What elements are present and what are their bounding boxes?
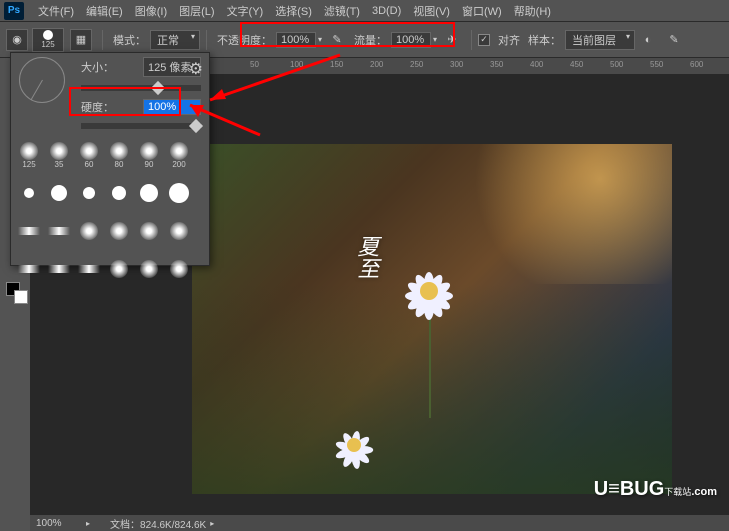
align-checkbox[interactable]: ✓ [478, 34, 490, 46]
gear-icon[interactable]: ⚙ [189, 59, 203, 79]
menu-view[interactable]: 视图(V) [407, 3, 456, 19]
menu-window[interactable]: 窗口(W) [456, 3, 508, 19]
canvas-image[interactable]: 夏至 [192, 144, 672, 494]
brush-preset[interactable]: 80 [105, 137, 133, 173]
brush-preset[interactable] [135, 213, 163, 249]
brush-presets-grid: 125 35 60 80 90 200 [11, 133, 209, 291]
brush-preset[interactable] [105, 175, 133, 211]
flower-graphic [394, 256, 464, 326]
brush-preset[interactable] [75, 175, 103, 211]
brush-preset[interactable] [15, 175, 43, 211]
brush-preset[interactable]: 35 [45, 137, 73, 173]
menu-help[interactable]: 帮助(H) [508, 3, 557, 19]
expand-icon[interactable]: ▸ [86, 519, 90, 528]
brush-preset[interactable]: 200 [165, 137, 193, 173]
brush-preset[interactable] [15, 213, 43, 249]
brush-preset[interactable] [75, 251, 103, 287]
menu-image[interactable]: 图像(I) [129, 3, 173, 19]
flow-label: 流量： [354, 32, 387, 48]
brush-preset[interactable]: 125 [15, 137, 43, 173]
opacity-pressure-icon[interactable]: ✎ [326, 29, 348, 51]
sample-dropdown[interactable]: 当前图层 [565, 30, 635, 50]
opacity-dropdown-icon[interactable]: ▾ [318, 35, 322, 44]
sample-label: 样本： [528, 32, 561, 48]
menu-edit[interactable]: 编辑(E) [80, 3, 129, 19]
hardness-input[interactable]: 100% [143, 99, 201, 115]
ps-logo: Ps [4, 2, 24, 20]
brush-preset-picker[interactable]: 125 [32, 28, 64, 52]
flow-input[interactable]: 100% [391, 32, 431, 48]
flower-graphic-2 [326, 417, 381, 472]
hardness-label: 硬度： [81, 99, 114, 115]
size-label: 大小： [81, 59, 114, 75]
brush-preset[interactable] [165, 213, 193, 249]
ignore-adjustment-icon[interactable]: ◐ [637, 29, 659, 51]
watermark: U≡BUG下载站.com [594, 478, 717, 501]
brush-preset[interactable] [165, 175, 193, 211]
menu-file[interactable]: 文件(F) [32, 3, 80, 19]
opacity-input[interactable]: 100% [276, 32, 316, 48]
clone-stamp-icon[interactable]: ◉ [6, 29, 28, 51]
opacity-label: 不透明度： [217, 32, 272, 48]
canvas-text: 夏至 [350, 235, 382, 279]
brush-preset[interactable] [135, 175, 163, 211]
align-label: 对齐 [498, 32, 520, 48]
hardness-slider[interactable] [81, 123, 201, 129]
menu-3d[interactable]: 3D(D) [366, 5, 407, 17]
brush-preset[interactable] [15, 251, 43, 287]
menu-filter[interactable]: 滤镜(T) [318, 3, 366, 19]
brush-preset[interactable] [45, 213, 73, 249]
menu-bar: Ps 文件(F) 编辑(E) 图像(I) 图层(L) 文字(Y) 选择(S) 滤… [0, 0, 729, 22]
brush-preset[interactable] [135, 251, 163, 287]
brush-preset[interactable] [75, 213, 103, 249]
pressure-size-icon[interactable]: ✎ [663, 29, 685, 51]
flow-dropdown-icon[interactable]: ▾ [433, 35, 437, 44]
size-slider[interactable] [81, 85, 201, 91]
mode-dropdown[interactable]: 正常 [150, 30, 200, 50]
brush-preset[interactable]: 60 [75, 137, 103, 173]
airbrush-icon[interactable]: ✈ [441, 29, 463, 51]
brush-preset[interactable] [105, 213, 133, 249]
brush-angle-dial[interactable] [19, 57, 65, 103]
brush-preset[interactable]: 90 [135, 137, 163, 173]
document-info[interactable]: 文档：824.6K/824.6K [110, 516, 206, 531]
brush-preset[interactable] [105, 251, 133, 287]
menu-type[interactable]: 文字(Y) [221, 3, 270, 19]
status-bar: 100% ▸ 文档：824.6K/824.6K ▸ [30, 515, 729, 531]
brush-preset[interactable] [45, 251, 73, 287]
background-color-swatch[interactable] [14, 290, 28, 304]
brush-preset[interactable] [45, 175, 73, 211]
brush-panel-toggle-icon[interactable]: ▦ [70, 29, 92, 51]
zoom-level[interactable]: 100% [36, 518, 86, 529]
mode-label: 模式： [113, 32, 146, 48]
brush-preset-panel: ⚙ 大小： 125 像素 硬度： 100% 125 35 60 80 90 20… [10, 52, 210, 266]
brush-preset[interactable] [165, 251, 193, 287]
menu-select[interactable]: 选择(S) [269, 3, 318, 19]
menu-layer[interactable]: 图层(L) [173, 3, 220, 19]
doc-info-dropdown-icon[interactable]: ▸ [210, 519, 214, 528]
